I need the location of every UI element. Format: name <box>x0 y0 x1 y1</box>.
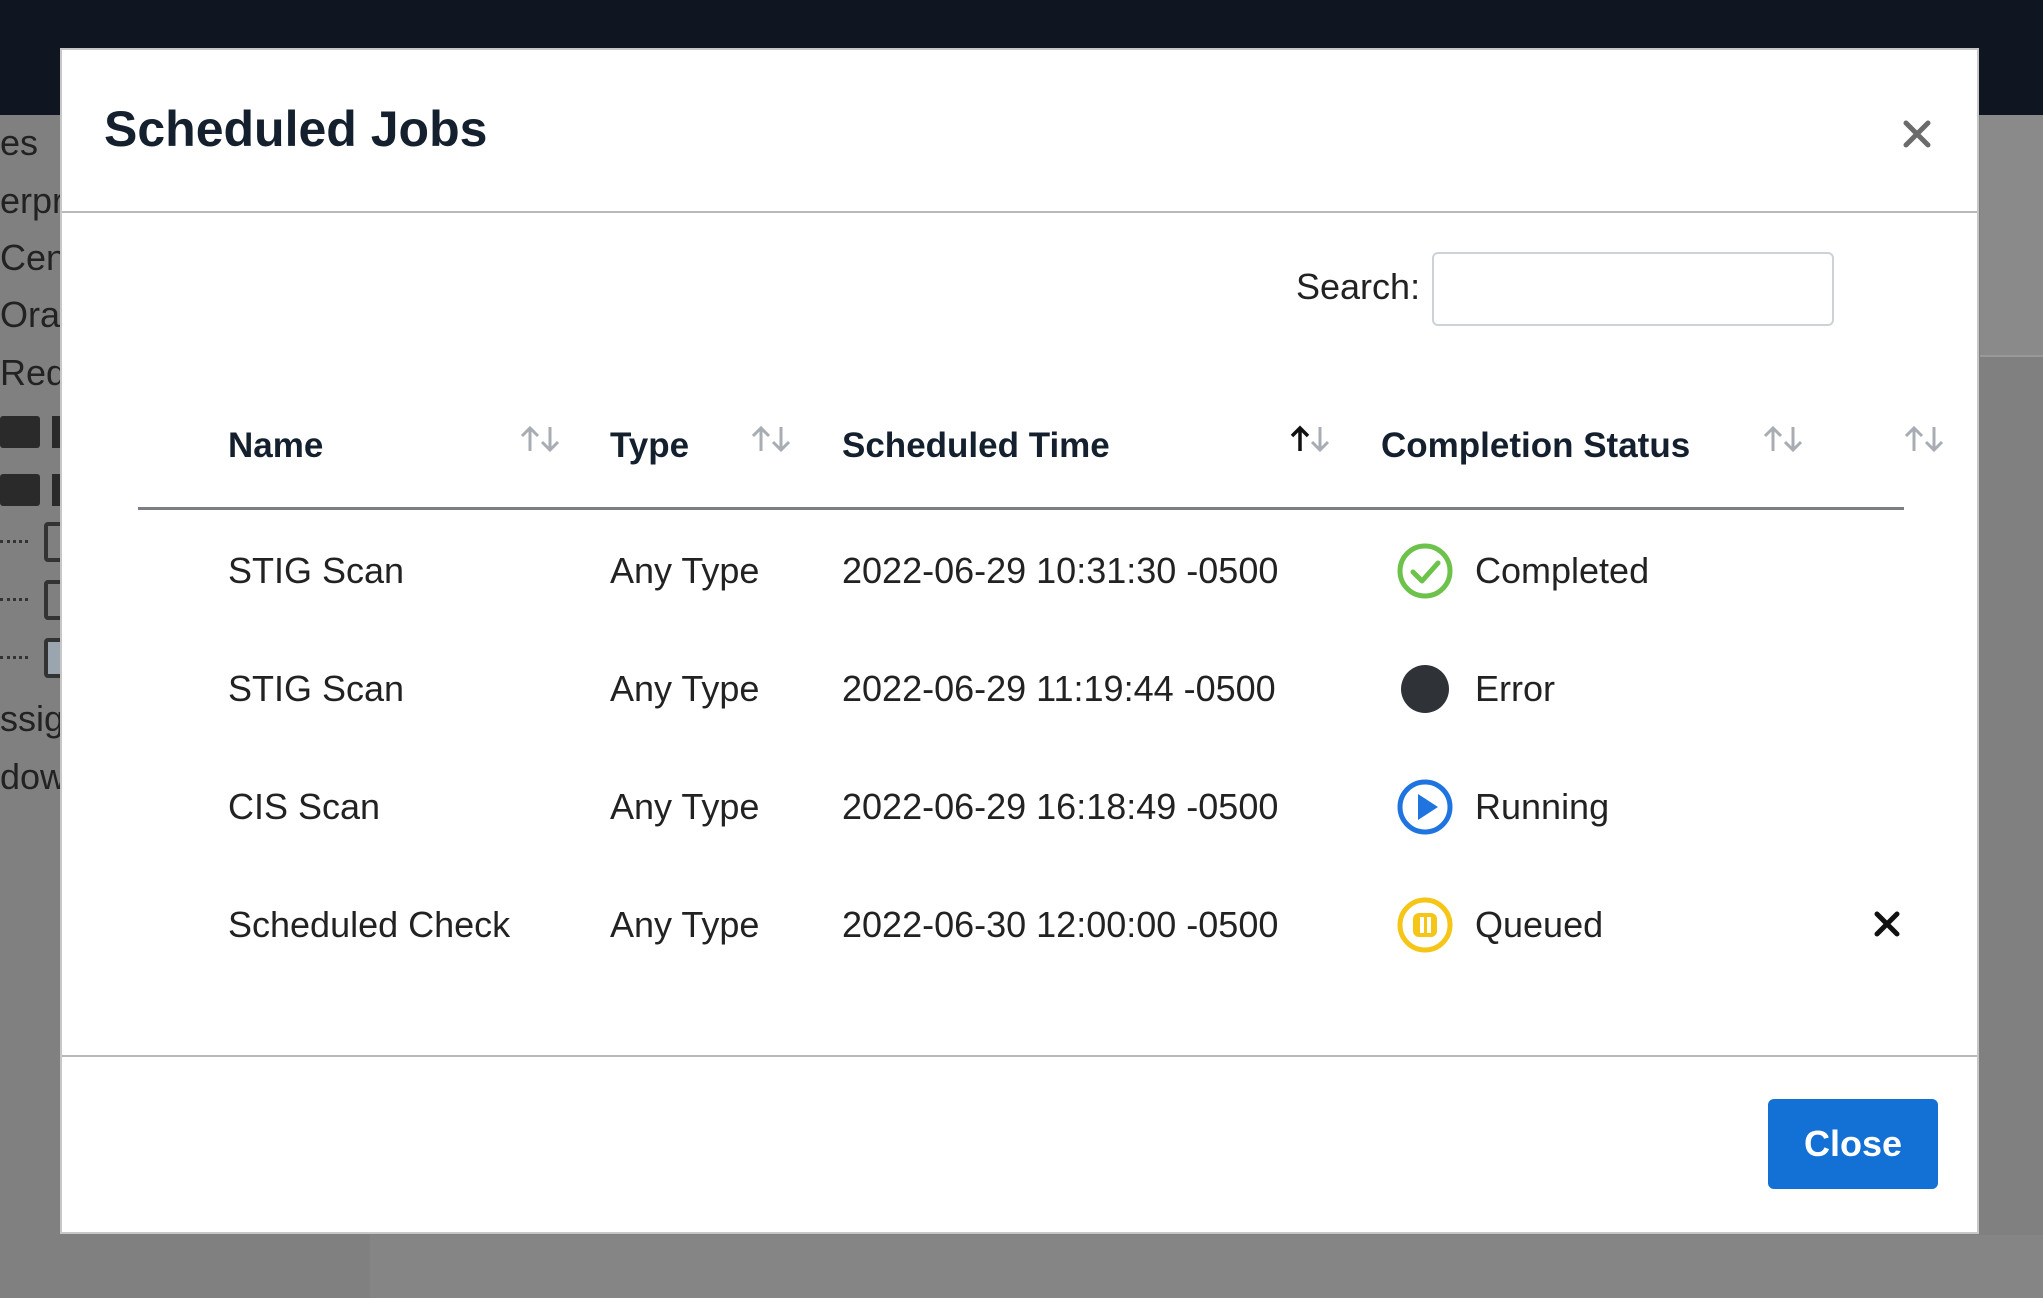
job-scheduled-time: 2022-06-29 10:31:30 -0500 <box>842 550 1279 591</box>
background-sidebar-item: ssig <box>0 698 65 739</box>
column-header-type[interactable]: Type <box>610 426 689 466</box>
background-panel-bottom <box>370 1235 2043 1298</box>
modal-title: Scheduled Jobs <box>104 101 488 157</box>
sort-icon[interactable] <box>1761 424 1805 454</box>
folder-icon <box>0 474 40 506</box>
job-status: Completed <box>1475 550 1650 591</box>
sort-icon[interactable] <box>1902 424 1946 454</box>
job-scheduled-time: 2022-06-29 11:19:44 -0500 <box>842 668 1276 709</box>
job-type: Any Type <box>610 786 760 827</box>
close-icon[interactable] <box>1897 114 1937 154</box>
table-row: STIG Scan Any Type 2022-06-29 11:19:44 -… <box>138 628 1904 746</box>
job-type: Any Type <box>610 668 760 709</box>
play-circle-icon <box>1396 778 1454 836</box>
pause-circle-icon <box>1396 896 1454 954</box>
table-header: Name Type Scheduled Time Completion Stat… <box>138 390 1944 510</box>
job-scheduled-time: 2022-06-29 16:18:49 -0500 <box>842 786 1279 827</box>
job-status: Running <box>1475 786 1610 827</box>
job-status: Error <box>1475 668 1555 709</box>
job-name: Scheduled Check <box>228 904 511 945</box>
filled-circle-icon <box>1396 660 1454 718</box>
check-circle-icon <box>1396 542 1454 600</box>
background-tree-label <box>52 416 60 448</box>
job-scheduled-time: 2022-06-30 12:00:00 -0500 <box>842 904 1279 945</box>
background-sidebar-item: dow <box>0 756 67 797</box>
background-panel <box>1980 115 2043 357</box>
search-label: Search: <box>1296 266 1421 307</box>
folder-icon <box>0 416 40 448</box>
modal-footer: Close <box>62 1055 1977 1236</box>
modal-header: Scheduled Jobs <box>62 50 1977 213</box>
column-header-completion-status[interactable]: Completion Status <box>1381 426 1690 466</box>
remove-job-icon[interactable] <box>1871 908 1903 940</box>
job-type: Any Type <box>610 550 760 591</box>
scheduled-jobs-modal: Scheduled Jobs Search: Name Type Schedul… <box>60 48 1979 1234</box>
table-row: Scheduled Check Any Type 2022-06-30 12:0… <box>138 864 1904 982</box>
background-tree-label <box>52 474 60 506</box>
column-header-name[interactable]: Name <box>228 426 323 466</box>
sort-icon[interactable] <box>749 424 793 454</box>
sort-ascending-icon[interactable] <box>1288 424 1332 454</box>
search-input[interactable] <box>1432 252 1834 326</box>
background-sidebar-item: es <box>0 122 39 163</box>
table-row: STIG Scan Any Type 2022-06-29 10:31:30 -… <box>138 510 1904 628</box>
sort-icon[interactable] <box>518 424 562 454</box>
column-header-scheduled-time[interactable]: Scheduled Time <box>842 426 1110 466</box>
job-name: STIG Scan <box>228 668 405 709</box>
job-name: STIG Scan <box>228 550 405 591</box>
close-button[interactable]: Close <box>1768 1099 1938 1189</box>
table-row: CIS Scan Any Type 2022-06-29 16:18:49 -0… <box>138 746 1904 864</box>
background-sidebar-item: erpr <box>0 180 65 221</box>
background-sidebar-item: Red <box>0 352 67 393</box>
job-status: Queued <box>1475 904 1604 945</box>
job-name: CIS Scan <box>228 786 381 827</box>
job-type: Any Type <box>610 904 760 945</box>
